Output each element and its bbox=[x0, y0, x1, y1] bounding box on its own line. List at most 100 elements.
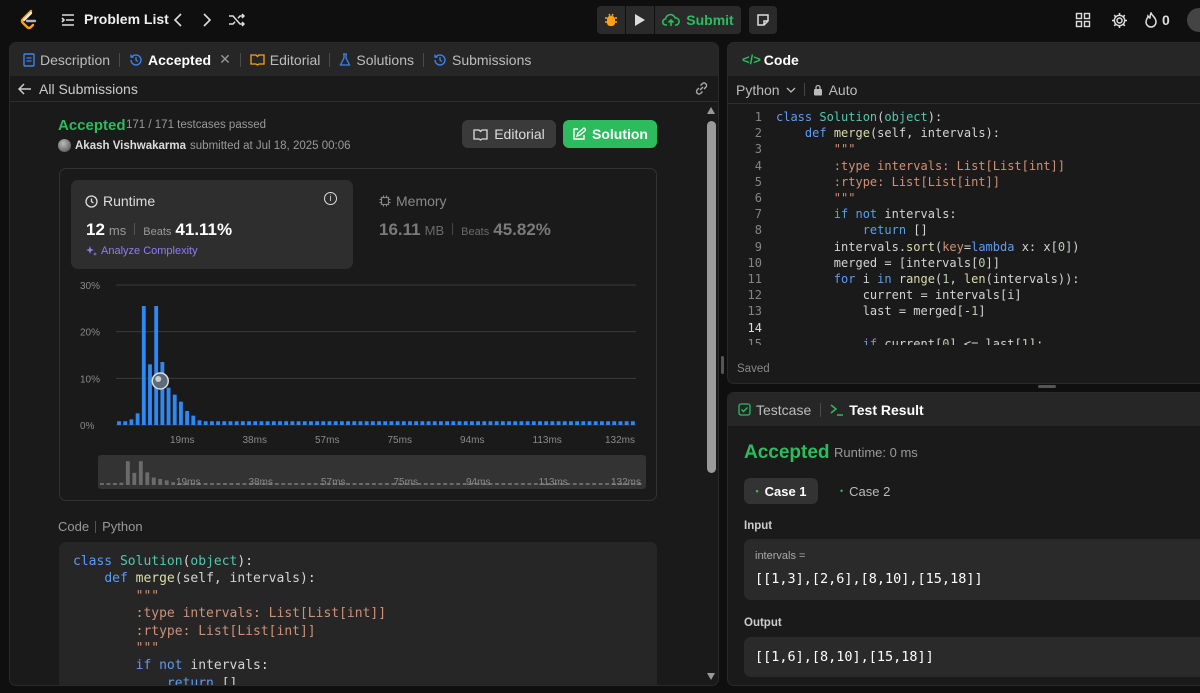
overview-bar bbox=[384, 483, 389, 485]
chart-bar bbox=[562, 421, 567, 425]
line-number: 2 bbox=[754, 126, 762, 141]
code-icon: </> bbox=[742, 52, 761, 67]
language-select[interactable]: Python bbox=[736, 82, 796, 98]
pass-dot-icon: • bbox=[840, 486, 844, 496]
gear-icon[interactable] bbox=[1110, 11, 1128, 29]
run-button[interactable] bbox=[626, 6, 654, 34]
chart-bar bbox=[247, 421, 251, 425]
solution-button[interactable]: Solution bbox=[563, 120, 657, 148]
tab-description[interactable]: Description bbox=[18, 52, 115, 68]
input-value: [[1,3],[2,6],[8,10],[15,18]] bbox=[755, 571, 983, 587]
chevron-right-icon[interactable] bbox=[197, 10, 217, 30]
line-number: 9 bbox=[754, 239, 762, 254]
line-number: 12 bbox=[747, 288, 762, 303]
overview-bar bbox=[158, 478, 163, 485]
runtime-unit: ms bbox=[108, 223, 127, 238]
code-line: :rtype: List[List[int]] bbox=[776, 174, 1000, 189]
chart-bar bbox=[556, 421, 561, 425]
overview-bar bbox=[164, 480, 169, 485]
testcases-passed: 171 / 171 testcases passed bbox=[126, 119, 267, 131]
chart-bar bbox=[414, 421, 419, 425]
code-line: """ bbox=[776, 191, 856, 205]
chart-bar bbox=[129, 419, 134, 425]
info-icon[interactable]: i bbox=[324, 192, 337, 205]
chart-bar bbox=[569, 421, 573, 425]
tab-solutions[interactable]: Solutions bbox=[334, 52, 419, 68]
chart-bar bbox=[587, 421, 592, 425]
note-icon[interactable] bbox=[749, 6, 777, 34]
auto-mode[interactable]: Auto bbox=[813, 82, 857, 98]
chart-bar bbox=[389, 421, 394, 425]
divider bbox=[803, 83, 805, 96]
debug-button[interactable] bbox=[597, 6, 625, 34]
editorial-button[interactable]: Editorial bbox=[462, 120, 556, 148]
chart-bar bbox=[234, 421, 239, 425]
divider bbox=[95, 520, 97, 533]
avatar[interactable] bbox=[58, 139, 71, 152]
line-number: 4 bbox=[754, 158, 762, 173]
code-line: def merge(self, intervals): bbox=[804, 126, 1000, 141]
chart-bar bbox=[203, 421, 208, 425]
chart-bar bbox=[538, 421, 542, 425]
code-line: if not intervals: bbox=[833, 207, 957, 222]
top-bar: Problem List Submit 0 bbox=[0, 0, 1200, 40]
list-icon[interactable] bbox=[60, 12, 76, 28]
tab-testcase[interactable]: Testcase bbox=[733, 402, 816, 418]
overview-bar bbox=[359, 483, 363, 485]
memory-card[interactable]: Memory 16.11 MB Beats 45.82% bbox=[367, 180, 637, 269]
overview-bar bbox=[443, 483, 448, 485]
scroll-up-arrow[interactable] bbox=[707, 107, 715, 114]
analyze-complexity-link[interactable]: Analyze Complexity bbox=[85, 245, 198, 257]
chart-bar bbox=[197, 420, 202, 425]
code-editor[interactable]: 1 class Solution(object): 2 def merge(self… bbox=[728, 109, 1200, 345]
back-link[interactable]: All Submissions bbox=[18, 81, 138, 97]
shuffle-icon[interactable] bbox=[227, 10, 247, 30]
chart-bar bbox=[346, 421, 350, 425]
overview-bar bbox=[423, 483, 428, 485]
chart-bar bbox=[599, 421, 604, 425]
overview-tick-label: 57ms bbox=[321, 477, 345, 488]
runtime-card[interactable]: Runtime i 12 ms Beats 41.11% Analyze Com… bbox=[71, 180, 353, 269]
tab-divider bbox=[820, 402, 822, 417]
scroll-thumb[interactable] bbox=[707, 121, 716, 473]
tab-editorial[interactable]: Editorial bbox=[245, 52, 326, 68]
overview-bar bbox=[598, 483, 603, 485]
submit-button[interactable]: Submit bbox=[655, 6, 741, 34]
avatar[interactable] bbox=[1187, 8, 1200, 32]
tab-accepted[interactable]: Accepted ✕ bbox=[124, 51, 236, 68]
tab-submissions[interactable]: Submissions bbox=[428, 52, 536, 68]
tab-test-result[interactable]: Test Result bbox=[825, 402, 928, 418]
line-number: 15 bbox=[747, 336, 762, 345]
overview-bar bbox=[501, 483, 506, 485]
leetcode-logo[interactable] bbox=[18, 9, 40, 31]
history-icon bbox=[434, 53, 446, 66]
chart-bar bbox=[476, 421, 480, 425]
scroll-down-arrow[interactable] bbox=[707, 673, 715, 680]
close-icon[interactable]: ✕ bbox=[219, 51, 231, 68]
overview-bar bbox=[145, 472, 150, 485]
case-1-tab[interactable]: • Case 1 bbox=[744, 478, 818, 504]
scrollbar[interactable] bbox=[707, 107, 716, 685]
layout-icon[interactable] bbox=[1074, 11, 1092, 29]
overview-bar bbox=[585, 483, 590, 485]
left-tab-bar: Description Accepted ✕ Editorial Solutio… bbox=[10, 43, 718, 76]
chart-bar bbox=[278, 421, 282, 425]
code-editor-panel: </> Code Python Auto 1 class Solution(obj… bbox=[727, 42, 1200, 384]
overview-bar bbox=[605, 483, 610, 485]
username[interactable]: Akash Vishwakarma bbox=[75, 140, 186, 152]
overview-bar bbox=[307, 483, 312, 485]
link-icon[interactable] bbox=[694, 81, 709, 96]
overview-tick-label: 38ms bbox=[249, 477, 273, 488]
streak-counter[interactable]: 0 bbox=[1144, 10, 1170, 30]
chip-icon bbox=[379, 195, 391, 207]
resize-handle-vertical[interactable] bbox=[721, 356, 724, 374]
case-2-tab[interactable]: • Case 2 bbox=[832, 478, 906, 504]
output-label: Output bbox=[744, 617, 782, 629]
chart-bar bbox=[445, 421, 450, 425]
problem-list-link[interactable]: Problem List bbox=[84, 11, 169, 27]
overview-bar bbox=[210, 483, 214, 485]
chart-bar bbox=[550, 421, 555, 425]
resize-handle[interactable] bbox=[1038, 385, 1056, 388]
chevron-left-icon[interactable] bbox=[168, 10, 188, 30]
tab-code[interactable]: </> Code bbox=[737, 52, 804, 68]
